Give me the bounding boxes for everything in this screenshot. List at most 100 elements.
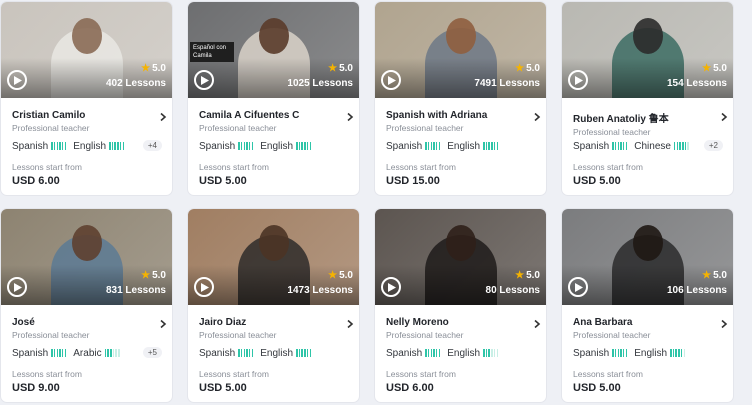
star-icon: ★ xyxy=(702,270,712,281)
teacher-name[interactable]: José xyxy=(12,317,162,328)
rating: ★ 5.0 xyxy=(141,63,166,74)
languages: Spanish English xyxy=(573,348,723,362)
teacher-name[interactable]: Spanish with Adriana xyxy=(386,110,536,121)
rating-value: 5.0 xyxy=(339,270,353,281)
play-icon[interactable] xyxy=(568,70,588,90)
teacher-head xyxy=(632,225,663,261)
rating: ★ 5.0 xyxy=(515,270,540,281)
lesson-count: 1473 Lessons xyxy=(287,285,353,296)
video-thumbnail[interactable]: ★ 5.0 402 Lessons xyxy=(1,2,172,98)
chevron-right-icon[interactable] xyxy=(532,112,542,122)
teacher-card[interactable]: ★ 5.0 831 Lessons José Professional teacher S… xyxy=(1,209,172,402)
languages: Spanish English xyxy=(199,348,349,362)
lesson-count: 7491 Lessons xyxy=(474,78,540,89)
teacher-card[interactable]: ★ 5.0 80 Lessons Nelly Moreno Professional t… xyxy=(375,209,546,402)
teacher-head xyxy=(258,225,289,261)
star-icon: ★ xyxy=(328,270,338,281)
video-thumbnail[interactable]: ★ 5.0 1473 Lessons xyxy=(188,209,359,305)
play-icon[interactable] xyxy=(194,277,214,297)
rating: ★ 5.0 xyxy=(515,63,540,74)
play-icon[interactable] xyxy=(7,277,27,297)
chevron-right-icon[interactable] xyxy=(158,112,168,122)
video-thumbnail[interactable]: ★ 5.0 80 Lessons xyxy=(375,209,546,305)
proficiency-bars-icon xyxy=(296,348,312,359)
language-name: English xyxy=(260,348,294,360)
teacher-role: Professional teacher xyxy=(199,330,277,340)
lesson-price: USD 6.00 xyxy=(12,175,60,187)
video-thumbnail[interactable]: Español con Camila ★ 5.0 1025 Lessons xyxy=(188,2,359,98)
teacher-head xyxy=(445,18,476,54)
more-languages-badge[interactable]: +4 xyxy=(142,140,162,151)
chevron-right-icon[interactable] xyxy=(158,319,168,329)
languages: Spanish English xyxy=(386,141,536,155)
languages: Spanish Chinese +2 xyxy=(573,140,723,155)
proficiency-bars-icon xyxy=(238,348,254,359)
language-item: English xyxy=(447,141,499,152)
more-languages-badge[interactable]: +2 xyxy=(703,140,723,151)
teacher-head xyxy=(71,225,102,261)
chevron-right-icon[interactable] xyxy=(345,112,355,122)
teacher-name[interactable]: Ruben Anatoliy 鲁本 xyxy=(573,110,723,125)
rating: ★ 5.0 xyxy=(702,63,727,74)
rating: ★ 5.0 xyxy=(141,270,166,281)
language-name: Spanish xyxy=(386,348,423,360)
more-languages-badge[interactable]: +5 xyxy=(142,347,162,358)
teacher-role: Professional teacher xyxy=(199,123,277,133)
play-icon[interactable] xyxy=(381,277,401,297)
play-icon[interactable] xyxy=(381,70,401,90)
teacher-card[interactable]: ★ 5.0 1473 Lessons Jairo Diaz Professional t… xyxy=(188,209,359,402)
lesson-count: 831 Lessons xyxy=(105,285,166,296)
play-icon[interactable] xyxy=(194,70,214,90)
proficiency-bars-icon xyxy=(612,141,628,152)
teacher-name[interactable]: Nelly Moreno xyxy=(386,317,536,328)
teacher-card[interactable]: ★ 5.0 402 Lessons Cristian Camilo Profession… xyxy=(1,2,172,195)
teacher-name[interactable]: Cristian Camilo xyxy=(12,110,162,121)
star-icon: ★ xyxy=(515,270,525,281)
chevron-right-icon[interactable] xyxy=(719,112,729,122)
play-icon[interactable] xyxy=(7,70,27,90)
video-thumbnail[interactable]: ★ 5.0 106 Lessons xyxy=(562,209,733,305)
teacher-card[interactable]: Español con Camila ★ 5.0 1025 Lessons Camila… xyxy=(188,2,359,195)
rating-value: 5.0 xyxy=(713,63,727,74)
teacher-name[interactable]: Ana Barbara xyxy=(573,317,723,328)
language-name: Spanish xyxy=(573,141,610,153)
teacher-name[interactable]: Camila A Cifuentes C xyxy=(199,110,349,121)
language-name: English xyxy=(634,348,668,360)
price-label: Lessons start from xyxy=(573,162,643,172)
lesson-price: USD 5.00 xyxy=(573,382,621,394)
rating-value: 5.0 xyxy=(152,270,166,281)
teacher-role: Professional teacher xyxy=(573,330,651,340)
language-item: Spanish xyxy=(386,141,441,152)
video-thumbnail[interactable]: ★ 5.0 154 Lessons xyxy=(562,2,733,98)
play-icon[interactable] xyxy=(568,277,588,297)
teacher-card[interactable]: ★ 5.0 106 Lessons Ana Barbara Professional t… xyxy=(562,209,733,402)
lesson-price: USD 5.00 xyxy=(199,382,247,394)
lesson-price: USD 15.00 xyxy=(386,175,440,187)
teacher-name[interactable]: Jairo Diaz xyxy=(199,317,349,328)
language-item: Spanish xyxy=(12,348,67,359)
video-caption: Español con Camila xyxy=(190,42,234,62)
proficiency-bars-icon xyxy=(104,348,121,359)
chevron-right-icon[interactable] xyxy=(345,319,355,329)
price-label: Lessons start from xyxy=(199,369,269,379)
language-name: English xyxy=(73,141,107,153)
star-icon: ★ xyxy=(141,63,151,74)
chevron-right-icon[interactable] xyxy=(532,319,542,329)
proficiency-bars-icon xyxy=(670,348,686,359)
chevron-right-icon[interactable] xyxy=(719,319,729,329)
price-label: Lessons start from xyxy=(573,369,643,379)
language-item: English xyxy=(73,141,125,152)
rating: ★ 5.0 xyxy=(702,270,727,281)
video-thumbnail[interactable]: ★ 5.0 7491 Lessons xyxy=(375,2,546,98)
proficiency-bars-icon xyxy=(51,141,67,152)
teacher-card[interactable]: ★ 5.0 7491 Lessons Spanish with Adriana Prof… xyxy=(375,2,546,195)
language-item: Spanish xyxy=(386,348,441,359)
price-label: Lessons start from xyxy=(199,162,269,172)
language-name: Spanish xyxy=(199,348,236,360)
teacher-head xyxy=(632,18,663,54)
video-thumbnail[interactable]: ★ 5.0 831 Lessons xyxy=(1,209,172,305)
price-label: Lessons start from xyxy=(12,162,82,172)
lesson-price: USD 5.00 xyxy=(573,175,621,187)
teacher-card[interactable]: ★ 5.0 154 Lessons Ruben Anatoliy 鲁本 Professi… xyxy=(562,2,733,195)
language-item: Arabic xyxy=(73,348,120,359)
